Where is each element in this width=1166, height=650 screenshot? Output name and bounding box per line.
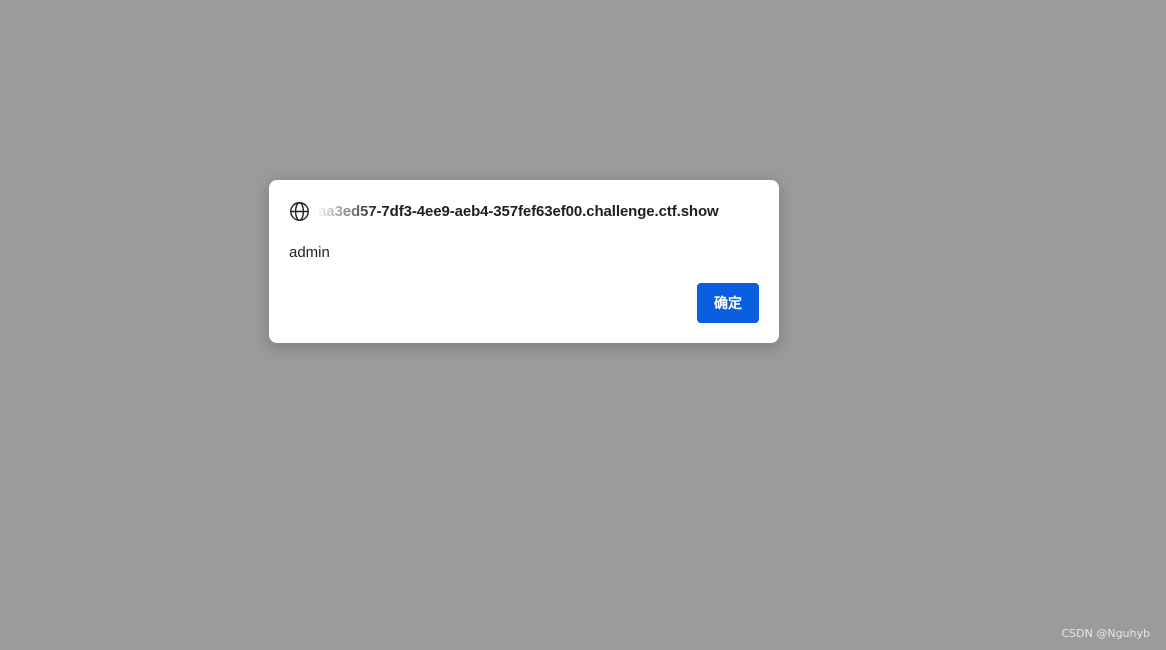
globe-icon: [289, 201, 310, 222]
alert-dialog: aa3ed57-7df3-4ee9-aeb4-357fef63ef00.chal…: [269, 180, 779, 343]
dialog-message: admin: [289, 244, 330, 261]
ok-button[interactable]: 确定: [697, 283, 759, 323]
page-backdrop: { "dialog": { "origin": "aa3ed57-7df3-4e…: [0, 0, 1166, 650]
dialog-origin: aa3ed57-7df3-4ee9-aeb4-357fef63ef00.chal…: [318, 202, 759, 220]
watermark: CSDN @Nguhyb: [1061, 627, 1150, 640]
dialog-header: aa3ed57-7df3-4ee9-aeb4-357fef63ef00.chal…: [289, 200, 759, 222]
